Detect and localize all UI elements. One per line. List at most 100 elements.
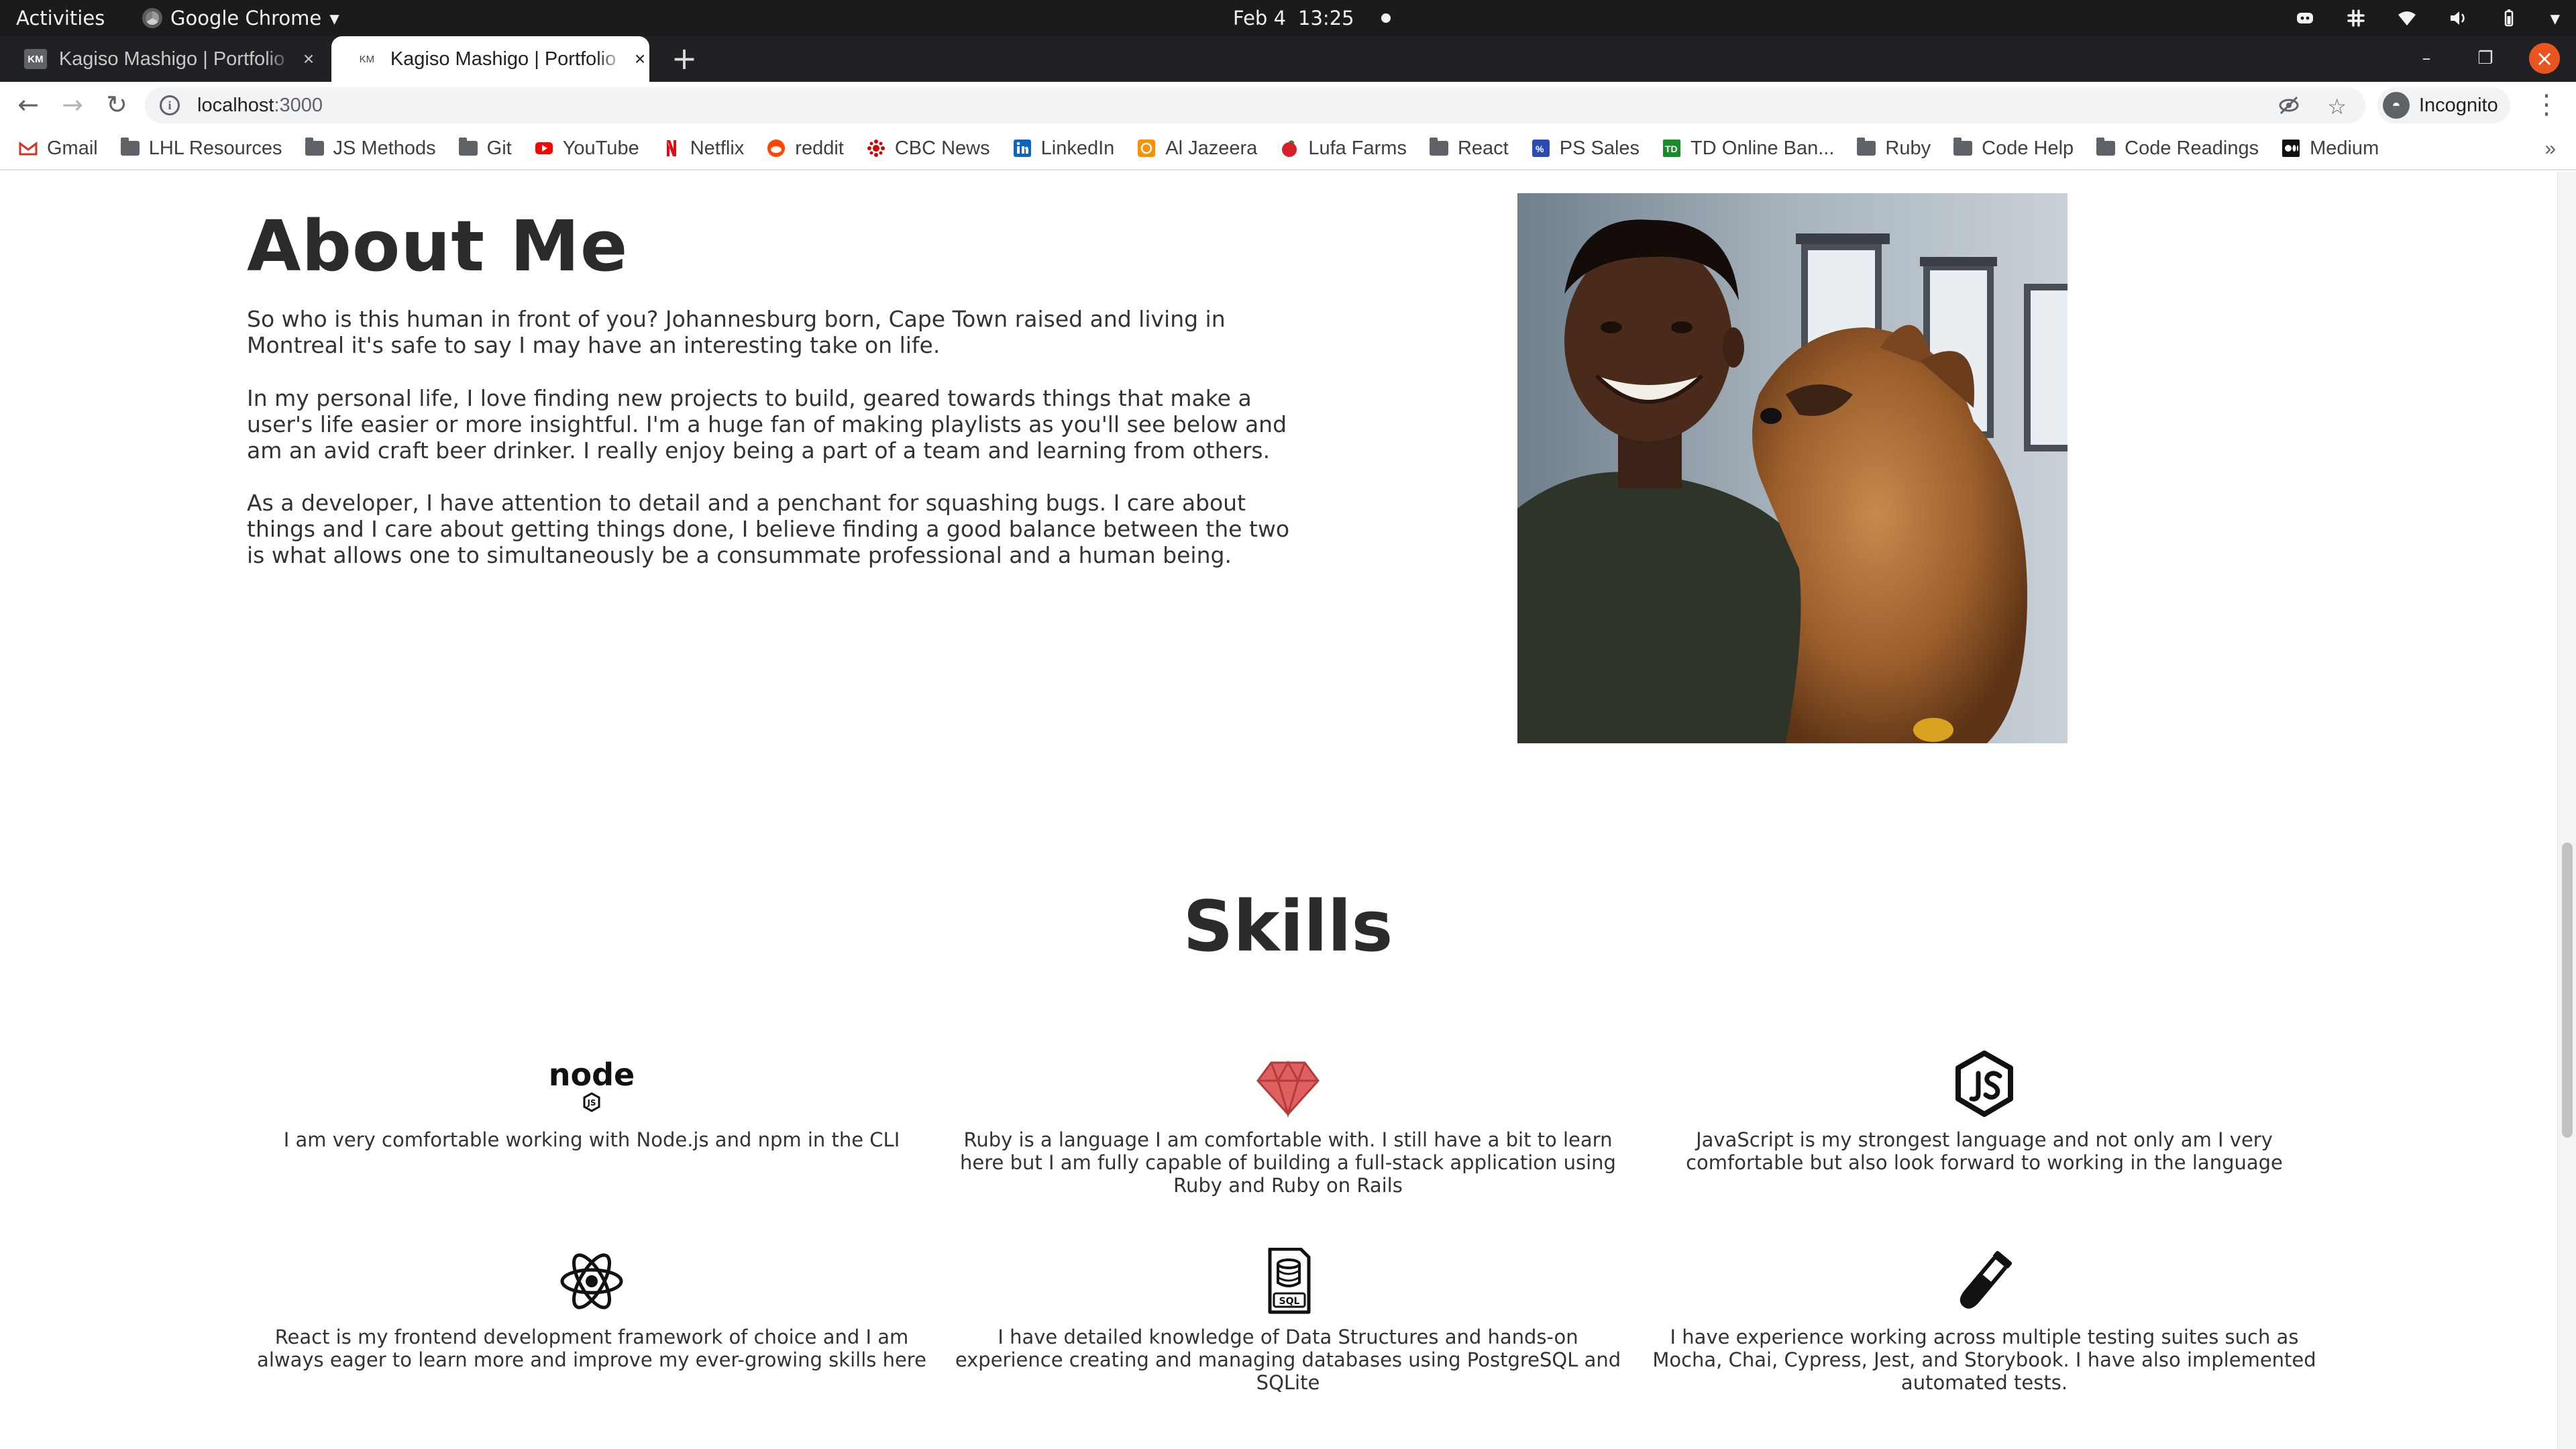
nodejs-icon: node JS <box>549 1057 635 1112</box>
system-tray[interactable]: ▾ <box>2295 0 2560 36</box>
gmail-icon <box>19 142 38 156</box>
chrome-icon <box>142 8 162 28</box>
nodejs-logo-text: node <box>549 1057 635 1093</box>
about-heading: About Me <box>247 205 629 287</box>
bookmark-lhl-resources[interactable]: LHL Resources <box>120 138 282 160</box>
tab-portfolio-1[interactable]: KM Kagiso Mashigo | Portfolio × <box>0 36 318 82</box>
lufa-icon <box>1282 140 1297 157</box>
bookmark-code-help[interactable]: Code Help <box>1953 138 2074 160</box>
bookmarks-bar: Gmail LHL Resources JS Methods Git YouTu… <box>0 127 2576 170</box>
skill-card-react: React is my frontend development framewo… <box>250 1248 934 1371</box>
folder-icon <box>2096 138 2116 156</box>
folder-icon <box>1429 138 1448 156</box>
scrollbar-thumb[interactable] <box>2562 843 2573 1138</box>
incognito-icon: ◓ <box>2383 92 2410 119</box>
bookmark-netflix[interactable]: Netflix <box>662 138 744 160</box>
folder-icon <box>120 138 140 156</box>
site-info-icon[interactable]: i <box>160 95 180 115</box>
skill-description: I have detailed knowledge of Data Struct… <box>955 1326 1621 1394</box>
url-text[interactable]: localhost:3000 <box>197 95 323 117</box>
bookmark-lufa-farms[interactable]: Lufa Farms <box>1280 138 1407 160</box>
aljazeera-icon <box>1138 140 1156 157</box>
tab-title: Kagiso Mashigo | Portfolio <box>390 48 616 70</box>
address-bar[interactable]: i localhost:3000 ☆ <box>145 87 2365 123</box>
forward-arrow-icon[interactable]: → <box>56 89 89 121</box>
bookmark-ruby[interactable]: Ruby <box>1857 138 1931 160</box>
tab-strip: KM Kagiso Mashigo | Portfolio × KM Kagis… <box>0 36 2576 82</box>
page-viewport: About Me So who is this human in front o… <box>0 172 2576 1449</box>
skill-card-nodejs: node JS I am very comfortable working wi… <box>250 1051 934 1151</box>
bookmark-ps-sales[interactable]: % PS Sales <box>1532 138 1640 160</box>
bookmark-star-icon[interactable]: ☆ <box>2327 94 2347 119</box>
tab-favicon: KM <box>356 49 378 69</box>
system-menu-chevron-icon[interactable]: ▾ <box>2550 0 2560 36</box>
skill-description: Ruby is a language I am comfortable with… <box>960 1128 1616 1197</box>
folder-icon <box>1953 138 1973 156</box>
bookmark-al-jazeera[interactable]: Al Jazeera <box>1137 138 1257 160</box>
wifi-icon[interactable] <box>2397 8 2417 28</box>
notification-dot-icon <box>1381 13 1391 23</box>
bookmark-code-readings[interactable]: Code Readings <box>2096 138 2259 160</box>
reddit-icon <box>767 140 786 157</box>
bookmark-cbc-news[interactable]: CBC News <box>867 138 990 160</box>
bookmark-git[interactable]: Git <box>458 138 512 160</box>
bookmark-linkedin[interactable]: LinkedIn <box>1013 138 1114 160</box>
skill-description: I have experience working across multipl… <box>1652 1326 2316 1394</box>
skills-heading: Skills <box>1183 885 1393 967</box>
javascript-icon <box>1955 1051 2013 1117</box>
bookmark-reddit[interactable]: reddit <box>767 138 844 160</box>
folder-icon <box>458 138 478 156</box>
chrome-menu-icon[interactable]: ⋮ <box>2530 89 2563 121</box>
browser-toolbar: ← → ↻ i localhost:3000 ☆ ◓ Incognito ⋮ <box>0 82 2576 127</box>
discord-icon[interactable] <box>2295 8 2315 28</box>
svg-text:TD: TD <box>1665 144 1678 154</box>
battery-icon[interactable] <box>2499 8 2519 28</box>
bookmark-medium[interactable]: Medium <box>2282 138 2379 160</box>
tab-favicon: KM <box>24 49 47 69</box>
tab-close-icon[interactable]: × <box>631 48 649 70</box>
bookmark-youtube[interactable]: YouTube <box>535 138 639 160</box>
slack-icon[interactable] <box>2346 8 2366 28</box>
eye-slash-icon[interactable] <box>2277 94 2300 117</box>
bookmark-react[interactable]: React <box>1429 138 1509 160</box>
tab-close-icon[interactable]: × <box>299 48 318 70</box>
app-menu[interactable]: Google Chrome ▾ <box>142 0 339 36</box>
youtube-icon <box>535 142 553 154</box>
minimize-icon[interactable]: – <box>2411 43 2442 74</box>
clock[interactable]: Feb 4 13:25 <box>1233 0 1391 36</box>
sql-icon-badge: SQL <box>1279 1296 1300 1307</box>
sql-icon: SQL <box>1268 1248 1311 1314</box>
nodejs-logo-badge: JS <box>586 1098 596 1108</box>
bookmarks-overflow-button[interactable]: » <box>2544 127 2556 170</box>
svg-text:%: % <box>1536 144 1544 154</box>
skill-description: React is my frontend development framewo… <box>257 1326 926 1371</box>
bookmark-td-online[interactable]: TD TD Online Ban... <box>1662 138 1834 160</box>
chevron-down-icon: ▾ <box>329 7 339 30</box>
bookmark-js-methods[interactable]: JS Methods <box>305 138 436 160</box>
test-tube-icon <box>1960 1250 2012 1309</box>
ps-icon: % <box>1532 140 1550 157</box>
app-menu-label: Google Chrome <box>170 7 322 30</box>
omnibox-actions: ☆ <box>2277 94 2347 119</box>
system-top-bar: Activities Google Chrome ▾ Feb 4 13:25 ▾ <box>0 0 2576 36</box>
new-tab-button[interactable]: + <box>668 43 700 75</box>
clock-date: Feb 4 <box>1233 7 1287 30</box>
activities-button[interactable]: Activities <box>16 0 105 36</box>
tab-title: Kagiso Mashigo | Portfolio <box>58 48 285 70</box>
incognito-indicator[interactable]: ◓ Incognito <box>2377 87 2510 123</box>
reload-icon[interactable]: ↻ <box>101 89 133 121</box>
react-icon <box>560 1253 623 1309</box>
back-arrow-icon[interactable]: ← <box>12 89 44 121</box>
volume-icon[interactable] <box>2448 8 2468 28</box>
skill-description: I am very comfortable working with Node.… <box>283 1128 900 1151</box>
window-controls: – ❐ × <box>2411 43 2560 74</box>
ruby-icon <box>1256 1060 1320 1118</box>
skill-card-testing: I have experience working across multipl… <box>1642 1248 2326 1394</box>
restore-icon[interactable]: ❐ <box>2470 43 2501 74</box>
about-paragraph: As a developer, I have attention to deta… <box>247 490 1290 568</box>
window-close-icon[interactable]: × <box>2529 43 2560 74</box>
bookmark-gmail[interactable]: Gmail <box>19 138 98 160</box>
page-scrollbar[interactable] <box>2557 172 2576 1449</box>
skill-card-ruby: Ruby is a language I am comfortable with… <box>946 1051 1630 1197</box>
tab-portfolio-2-active[interactable]: KM Kagiso Mashigo | Portfolio × <box>331 36 649 82</box>
